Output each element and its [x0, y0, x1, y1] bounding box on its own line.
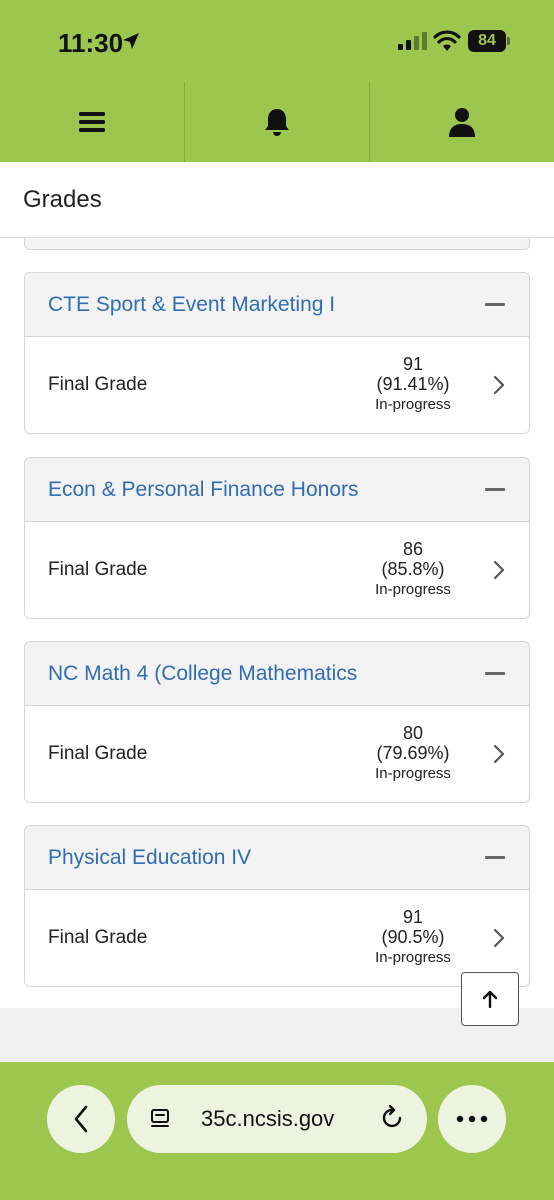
scroll-to-top-button[interactable] [461, 972, 519, 1026]
battery-indicator: 84 [468, 30, 506, 52]
wifi-icon [433, 30, 461, 51]
grade-number: 91 [402, 907, 424, 927]
arrow-up-icon [483, 990, 497, 1008]
grade-label: Final Grade [48, 743, 148, 764]
url-text: 35c.ncsis.gov [201, 1106, 335, 1131]
grade-value: 80 (79.69%) In-progress [353, 723, 473, 783]
course-name[interactable]: Physical Education IV [48, 846, 251, 870]
grade-percent: (79.69%) [376, 743, 450, 763]
grade-percent: (85.8%) [381, 559, 445, 579]
course-name[interactable]: NC Math 4 (College Mathematics [48, 662, 357, 686]
grade-value: 91 (91.41%) In-progress [353, 354, 473, 414]
course-card-header[interactable]: CTE Sport & Event Marketing I [25, 273, 529, 337]
grade-status: In-progress [375, 949, 451, 966]
course-card: CTE Sport & Event Marketing I Final Grad… [24, 272, 530, 434]
chevron-left-icon [74, 1105, 88, 1133]
grade-label: Final Grade [48, 927, 148, 948]
final-grade-row[interactable]: Final Grade 80 (79.69%) In-progress [25, 706, 529, 802]
minus-icon[interactable] [485, 672, 505, 675]
course-card-header[interactable]: Econ & Personal Finance Honors [25, 458, 529, 522]
location-arrow-icon [123, 33, 139, 49]
chevron-right-icon[interactable] [493, 375, 505, 395]
status-bar: 11:30 84 [0, 0, 554, 82]
chevron-right-icon[interactable] [493, 560, 505, 580]
minus-icon[interactable] [485, 488, 505, 491]
minus-icon[interactable] [485, 856, 505, 859]
grade-label: Final Grade [48, 559, 148, 580]
course-card-header[interactable]: Physical Education IV [25, 826, 529, 890]
menu-button[interactable] [0, 82, 185, 162]
previous-course-card [24, 238, 530, 250]
grade-label: Final Grade [48, 374, 148, 395]
chevron-right-icon[interactable] [493, 744, 505, 764]
course-card: NC Math 4 (College Mathematics Final Gra… [24, 641, 530, 803]
grade-number: 80 [402, 723, 424, 743]
back-button[interactable] [47, 1085, 115, 1153]
bell-icon [265, 109, 289, 136]
grade-status: In-progress [375, 581, 451, 598]
final-grade-row[interactable]: Final Grade 91 (91.41%) In-progress [25, 337, 529, 433]
app-nav-bar [0, 82, 554, 162]
grade-value: 86 (85.8%) In-progress [353, 539, 473, 599]
course-card: Physical Education IV Final Grade 91 (90… [24, 825, 530, 987]
menu-icon [79, 112, 105, 132]
battery-nub [507, 37, 510, 45]
course-card: Econ & Personal Finance Honors Final Gra… [24, 457, 530, 619]
final-grade-row[interactable]: Final Grade 86 (85.8%) In-progress [25, 522, 529, 618]
grade-value: 91 (90.5%) In-progress [353, 907, 473, 967]
address-bar[interactable]: 35c.ncsis.gov [127, 1085, 427, 1153]
page-title: Grades [23, 186, 102, 213]
signal-icon [398, 32, 427, 50]
minus-icon[interactable] [485, 303, 505, 306]
chevron-right-icon[interactable] [493, 928, 505, 948]
course-name[interactable]: CTE Sport & Event Marketing I [48, 293, 335, 317]
reader-icon [151, 1109, 169, 1127]
profile-button[interactable] [370, 82, 554, 162]
more-icon [456, 1115, 488, 1123]
grade-status: In-progress [375, 765, 451, 782]
notifications-button[interactable] [185, 82, 370, 162]
course-card-header[interactable]: NC Math 4 (College Mathematics [25, 642, 529, 706]
more-button[interactable] [438, 1085, 506, 1153]
reload-icon[interactable] [381, 1105, 405, 1131]
grade-percent: (91.41%) [376, 374, 450, 394]
grade-number: 86 [402, 539, 424, 559]
course-name[interactable]: Econ & Personal Finance Honors [48, 478, 359, 502]
status-time: 11:30 [58, 28, 124, 58]
grade-status: In-progress [375, 396, 451, 413]
grade-percent: (90.5%) [381, 927, 445, 947]
grade-number: 91 [402, 354, 424, 374]
user-icon [449, 108, 475, 137]
final-grade-row[interactable]: Final Grade 91 (90.5%) In-progress [25, 890, 529, 986]
